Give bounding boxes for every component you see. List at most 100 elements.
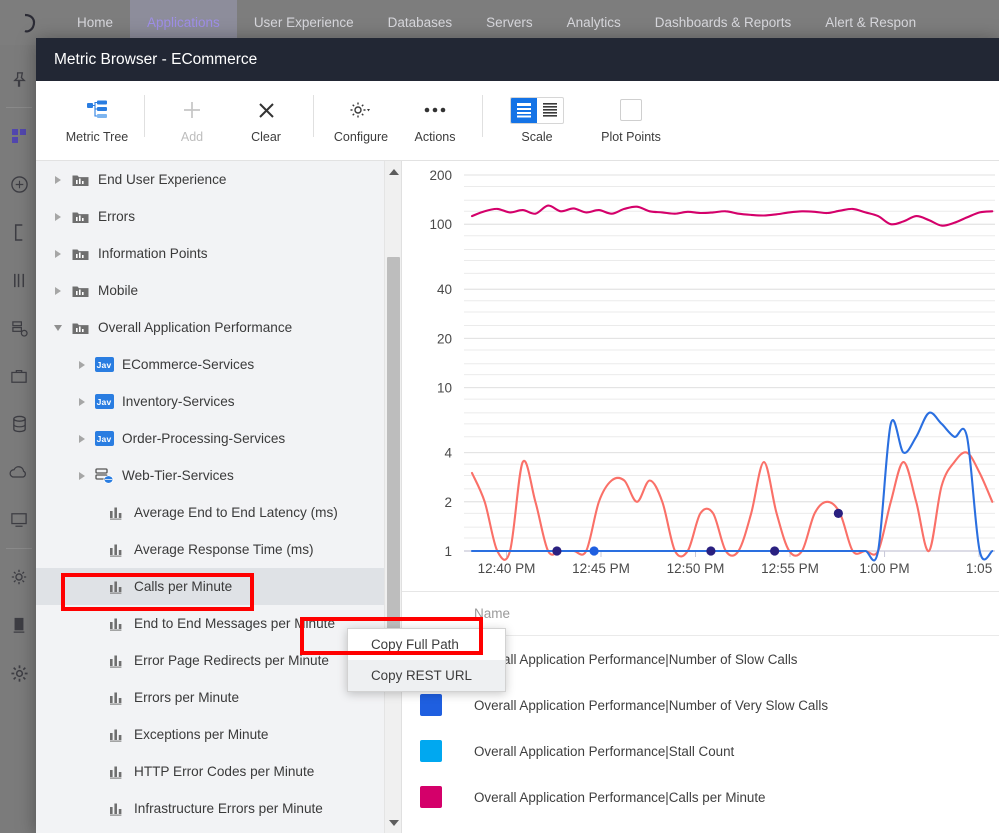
metric-tree-panel: End User Experience Errors Information Poi…	[36, 161, 402, 833]
scale-log-option[interactable]	[511, 97, 537, 123]
bracket-icon[interactable]	[0, 208, 38, 256]
tree-item-mobile[interactable]: Mobile	[36, 272, 384, 309]
tree-item-infrastructure-errors-per-minute[interactable]: Infrastructure Errors per Minute	[36, 790, 384, 827]
context-menu[interactable]: Copy Full Path Copy REST URL	[347, 628, 506, 692]
legend-row[interactable]: Overall Application Performance|Calls pe…	[402, 774, 999, 820]
legend-color-swatch[interactable]	[420, 740, 442, 762]
tree-item-http-error-codes-per-minute[interactable]: HTTP Error Codes per Minute	[36, 753, 384, 790]
chevron-right-icon[interactable]	[72, 383, 92, 420]
bars-icon[interactable]	[0, 256, 38, 304]
folder-chart-icon	[68, 247, 92, 261]
metric-tree-list[interactable]: End User Experience Errors Information Poi…	[36, 161, 384, 833]
compass-icon[interactable]	[0, 160, 38, 208]
scrollbar-thumb[interactable]	[387, 257, 400, 637]
metric-tree-icon	[86, 97, 108, 123]
chevron-right-icon[interactable]	[48, 198, 68, 235]
tree-item-calls-per-minute[interactable]: Calls per Minute	[36, 568, 384, 605]
briefcase-icon[interactable]	[0, 352, 38, 400]
tree-item-label: Order-Processing-Services	[122, 431, 286, 446]
chevron-right-icon[interactable]	[48, 272, 68, 309]
book-icon[interactable]	[0, 601, 38, 649]
tree-item-label: Average Response Time (ms)	[134, 542, 314, 557]
tree-item-label: End User Experience	[98, 172, 227, 187]
legend-color-swatch[interactable]	[420, 786, 442, 808]
plot-points-toggle[interactable]: Plot Points	[581, 93, 681, 144]
scale-toggle[interactable]: Scale	[493, 93, 581, 144]
tree-item-exceptions-per-minute[interactable]: Exceptions per Minute	[36, 716, 384, 753]
configure-button[interactable]: Configure	[324, 93, 398, 144]
tree-item-web-tier-services[interactable]: Web-Tier-Services	[36, 457, 384, 494]
tree-item-information-points[interactable]: Information Points	[36, 235, 384, 272]
chevron-right-icon[interactable]	[72, 346, 92, 383]
nav-item-label: Analytics	[566, 15, 621, 30]
clear-label: Clear	[251, 130, 281, 144]
metric-tree-button[interactable]: Metric Tree	[60, 93, 134, 144]
pin-icon[interactable]	[0, 55, 38, 103]
toolbar-divider-2	[313, 95, 314, 137]
dialog-body: End User Experience Errors Information Poi…	[36, 161, 999, 833]
monitor-icon[interactable]	[0, 496, 38, 544]
tree-item-label: Error Page Redirects per Minute	[134, 653, 329, 668]
nav-item-label: Home	[77, 15, 114, 30]
close-x-icon	[257, 97, 276, 123]
tree-item-end-to-end-messages-per-minute[interactable]: End to End Messages per Minute	[36, 605, 384, 642]
settings-gear-icon[interactable]	[0, 649, 38, 697]
dialog-header: Metric Browser - ECommerce	[36, 38, 999, 81]
tree-item-error-page-redirects-per-minute[interactable]: Error Page Redirects per Minute	[36, 642, 384, 679]
context-menu-item-copy-full-path[interactable]: Copy Full Path	[348, 629, 505, 660]
scrollbar-up-arrow[interactable]	[385, 163, 401, 180]
dashboard-grid-icon[interactable]	[0, 112, 38, 160]
tree-item-label: Web-Tier-Services	[122, 468, 234, 483]
legend-name-header: Name	[474, 606, 511, 621]
metric-browser-toolbar: Metric Tree Add Clear Configure Actions …	[36, 81, 999, 161]
nav-item-label: Servers	[486, 15, 533, 30]
tree-item-average-end-to-end-latency-ms-[interactable]: Average End to End Latency (ms)	[36, 494, 384, 531]
chevron-right-icon[interactable]	[48, 235, 68, 272]
chevron-right-icon[interactable]	[48, 161, 68, 198]
tree-item-overall-application-performance[interactable]: Overall Application Performance	[36, 309, 384, 346]
legend-series-name: Overall Application Performance|Number o…	[474, 697, 829, 713]
toolbar-divider-3	[482, 95, 483, 137]
chevron-right-icon[interactable]	[72, 457, 92, 494]
metric-chart[interactable]: 1 2 4 10 20 40 100 200 12:40 PM 12:45 PM 12:50 PM 1…	[402, 161, 999, 591]
cloud-icon[interactable]	[0, 448, 38, 496]
chevron-down-icon[interactable]	[48, 309, 68, 346]
scale-linear-option[interactable]	[537, 98, 563, 123]
tree-item-end-user-experience[interactable]: End User Experience	[36, 161, 384, 198]
legend-series-name: Overall Application Performance|Stall Co…	[474, 743, 735, 759]
legend-row[interactable]: Overall Application Performance|Stall Co…	[402, 728, 999, 774]
tree-item-errors-per-minute[interactable]: Errors per Minute	[36, 679, 384, 716]
screen-root: Home Applications User Experience Databases…	[0, 0, 999, 833]
tree-item-order-processing-services[interactable]: Jav Order-Processing-Services	[36, 420, 384, 457]
metric-bars-icon	[104, 580, 128, 594]
nav-item-label: Dashboards & Reports	[654, 15, 792, 30]
tree-item-label: Errors per Minute	[134, 690, 240, 705]
tree-item-average-response-time-ms-[interactable]: Average Response Time (ms)	[36, 531, 384, 568]
tree-item-errors[interactable]: Errors	[36, 198, 384, 235]
nav-item-label: Alert & Respon	[825, 15, 917, 30]
context-menu-item-copy-rest-url[interactable]: Copy REST URL	[348, 660, 505, 691]
checkbox-icon[interactable]	[620, 97, 642, 123]
java-badge-icon: Jav	[92, 357, 116, 372]
java-badge-icon: Jav	[92, 394, 116, 409]
add-button[interactable]: Add	[155, 93, 229, 144]
clear-button[interactable]: Clear	[229, 93, 303, 144]
scrollbar-down-arrow[interactable]	[385, 814, 401, 831]
metric-bars-icon	[104, 691, 128, 705]
tree-item-inventory-services[interactable]: Jav Inventory-Services	[36, 383, 384, 420]
tree-item-ecommerce-services[interactable]: Jav ECommerce-Services	[36, 346, 384, 383]
chevron-right-icon[interactable]	[72, 420, 92, 457]
actions-button[interactable]: Actions	[398, 93, 472, 144]
gear-icon[interactable]	[0, 553, 38, 601]
flow-map-icon[interactable]	[0, 304, 38, 352]
folder-chart-icon	[68, 321, 92, 335]
tree-scrollbar[interactable]	[384, 161, 401, 833]
legend-color-swatch[interactable]	[420, 694, 442, 716]
database-icon[interactable]	[0, 400, 38, 448]
plus-icon	[182, 97, 202, 123]
